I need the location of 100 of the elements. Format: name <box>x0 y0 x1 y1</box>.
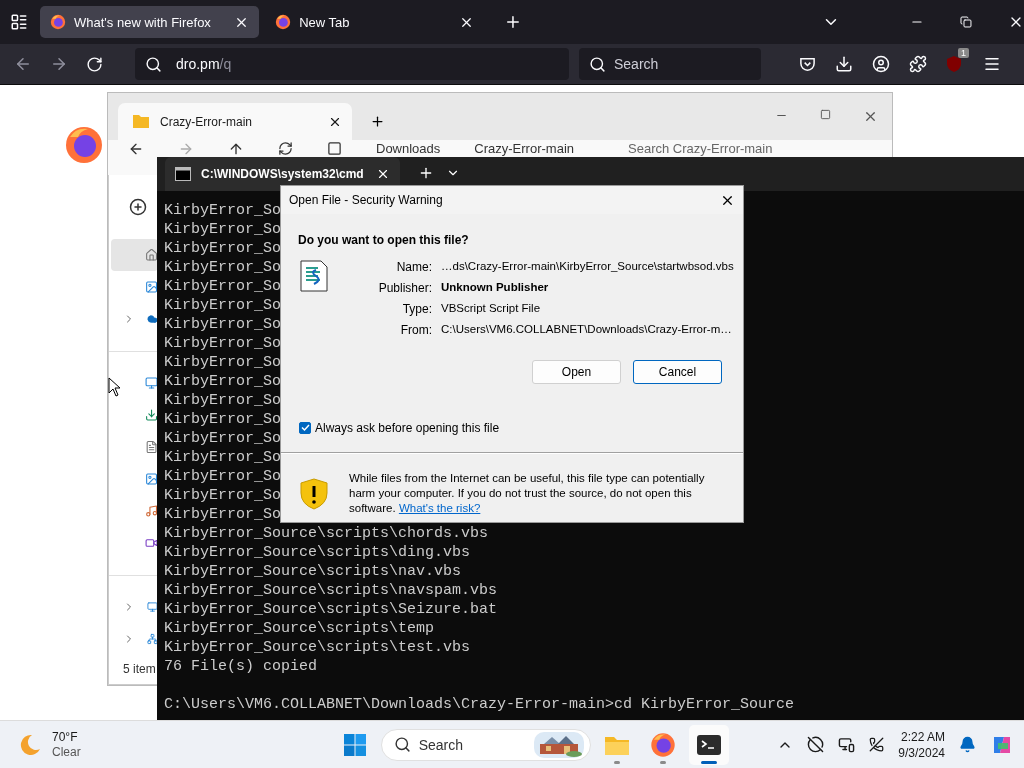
breadcrumb[interactable]: Crazy-Error-main <box>474 141 574 156</box>
terminal-line: KirbyError_So <box>164 277 282 296</box>
terminal-line: 76 File(s) copied <box>164 657 318 676</box>
reload-icon[interactable] <box>86 55 103 73</box>
firefox-icon <box>50 14 66 30</box>
terminal-line: KirbyError_Source\scripts\test.vbs <box>164 638 471 657</box>
monitor-icon <box>144 375 158 391</box>
field-label: Publisher: <box>377 281 432 295</box>
dialog-question: Do you want to open this file? <box>297 232 470 249</box>
explorer-tab[interactable]: Crazy-Error-main <box>118 103 352 140</box>
extensions-icon[interactable] <box>909 55 927 73</box>
field-value: …ds\Crazy-Error-main\KirbyError_Source\startwbsod.vbs <box>441 260 734 274</box>
terminal-line: KirbyError_So <box>164 448 282 467</box>
search-icon <box>589 55 606 73</box>
new-tab-icon[interactable] <box>418 165 434 181</box>
clock-time: 2:22 AM <box>900 728 945 745</box>
back-icon[interactable] <box>14 55 32 73</box>
field-label: From: <box>399 323 432 337</box>
taskbar-search-field[interactable]: Search <box>380 728 591 761</box>
terminal-line: C:\Users\VM6.COLLABNET\Downloads\Crazy-Error-main>cd KirbyError_Source <box>164 695 795 714</box>
maximize-icon[interactable] <box>820 109 831 120</box>
download-icon[interactable] <box>835 55 853 73</box>
terminal-line: KirbyError_So <box>164 429 282 448</box>
console-icon <box>175 167 191 181</box>
close-icon[interactable] <box>376 167 390 181</box>
taskbar-app-button[interactable] <box>688 724 729 765</box>
terminal-line: KirbyError_Source\scripts\navspam.vbs <box>164 581 498 600</box>
terminal-line: KirbyError_So <box>164 391 282 410</box>
warning-shield-icon <box>299 477 329 510</box>
checkbox[interactable] <box>299 421 311 434</box>
sidebar-item[interactable] <box>111 239 158 271</box>
windows-logo-icon <box>343 733 366 756</box>
terminal-line: KirbyError_So <box>164 239 282 258</box>
risk-link[interactable]: What's the risk? <box>398 502 481 514</box>
terminal-line: KirbyError_So <box>164 486 282 505</box>
refresh-icon[interactable] <box>278 141 293 156</box>
field-value: VBScript Script File <box>441 302 542 316</box>
warning-text: While files from the Internet can be useful, this file type can potentially harm your computer. If you do not trust the source, do not open this software. What's the risk? <box>349 471 706 516</box>
close-icon[interactable] <box>863 109 878 124</box>
notifications-icon[interactable] <box>959 736 976 753</box>
search-field[interactable]: Search <box>579 48 761 80</box>
document-icon <box>144 439 158 455</box>
moon-icon <box>18 732 42 757</box>
terminal-line: KirbyError_So <box>164 315 282 334</box>
download-icon <box>144 407 158 423</box>
terminal-line: KirbyError_So <box>164 334 282 353</box>
gallery-icon <box>144 279 158 295</box>
terminal-line: KirbyError_So <box>164 353 282 372</box>
no-connection-icon[interactable] <box>807 736 825 753</box>
terminal-line: KirbyError_So <box>164 258 282 277</box>
browser-tab[interactable]: What's new with Firefox <box>40 6 260 38</box>
devices-icon[interactable] <box>838 736 856 753</box>
new-tab-icon[interactable] <box>370 114 385 129</box>
firefox-icon <box>275 14 292 30</box>
explorer-search-field[interactable]: Search Crazy-Error-main <box>628 141 773 156</box>
menu-icon[interactable] <box>983 55 1001 73</box>
terminal-line: KirbyError_So <box>164 296 282 315</box>
temperature: 70°F <box>52 729 79 745</box>
url-field[interactable]: dro.pm/q <box>135 48 569 80</box>
terminal-line: KirbyError_So <box>164 505 282 524</box>
terminal-line: KirbyError_Source\scripts\Seizure.bat <box>164 600 498 619</box>
field-label: Name: <box>395 260 432 274</box>
weather-condition: Clear <box>52 744 81 760</box>
shield-extension-icon[interactable] <box>945 55 963 73</box>
field-value: C:\Users\VM6.COLLABNET\Downloads\Crazy-Error-m… <box>441 323 733 337</box>
browser-tab[interactable]: New Tab <box>265 6 485 38</box>
restore-icon[interactable] <box>960 16 973 28</box>
open-button[interactable]: Open <box>532 360 621 384</box>
phone-off-icon[interactable] <box>869 737 885 752</box>
picture-frame-icon <box>144 471 158 487</box>
terminal-line: KirbyError_So <box>164 201 282 220</box>
terminal-line: KirbyError_Source\scripts\chords.vbs <box>164 524 489 543</box>
search-icon <box>393 736 411 753</box>
terminal-tab[interactable]: C:\WINDOWS\system32\cmd <box>165 157 400 191</box>
terminal-line: KirbyError_So <box>164 410 282 429</box>
back-icon[interactable] <box>128 141 144 157</box>
clock-date: 9/3/2024 <box>898 744 945 761</box>
terminal-line: KirbyError_Source\scripts\nav.vbs <box>164 562 462 581</box>
computer-icon <box>147 599 158 615</box>
home-icon <box>144 247 158 263</box>
breadcrumb[interactable]: Downloads <box>376 141 441 156</box>
checkbox-label: Always ask before opening this file <box>315 420 500 435</box>
status-text: 5 item <box>122 662 156 676</box>
tab-list-icon[interactable] <box>10 13 28 31</box>
pocket-icon[interactable] <box>799 55 816 73</box>
field-value: Unknown Publisher <box>441 281 550 295</box>
up-icon[interactable] <box>228 141 244 157</box>
add-icon[interactable] <box>129 198 147 216</box>
firefox-logo <box>64 125 104 165</box>
square-icon[interactable] <box>327 141 342 156</box>
cancel-button[interactable]: Cancel <box>633 360 722 384</box>
forward-icon[interactable] <box>50 55 68 73</box>
script-file-icon <box>300 260 328 292</box>
terminal-line: KirbyError_So <box>164 220 282 239</box>
terminal-line: KirbyError_Source\scripts\ding.vbs <box>164 543 471 562</box>
folder-icon <box>132 114 150 129</box>
account-icon[interactable] <box>872 55 890 73</box>
dialog-title: Open File - Security Warning <box>289 193 443 207</box>
terminal-line: KirbyError_So <box>164 467 282 486</box>
music-icon <box>144 503 158 519</box>
